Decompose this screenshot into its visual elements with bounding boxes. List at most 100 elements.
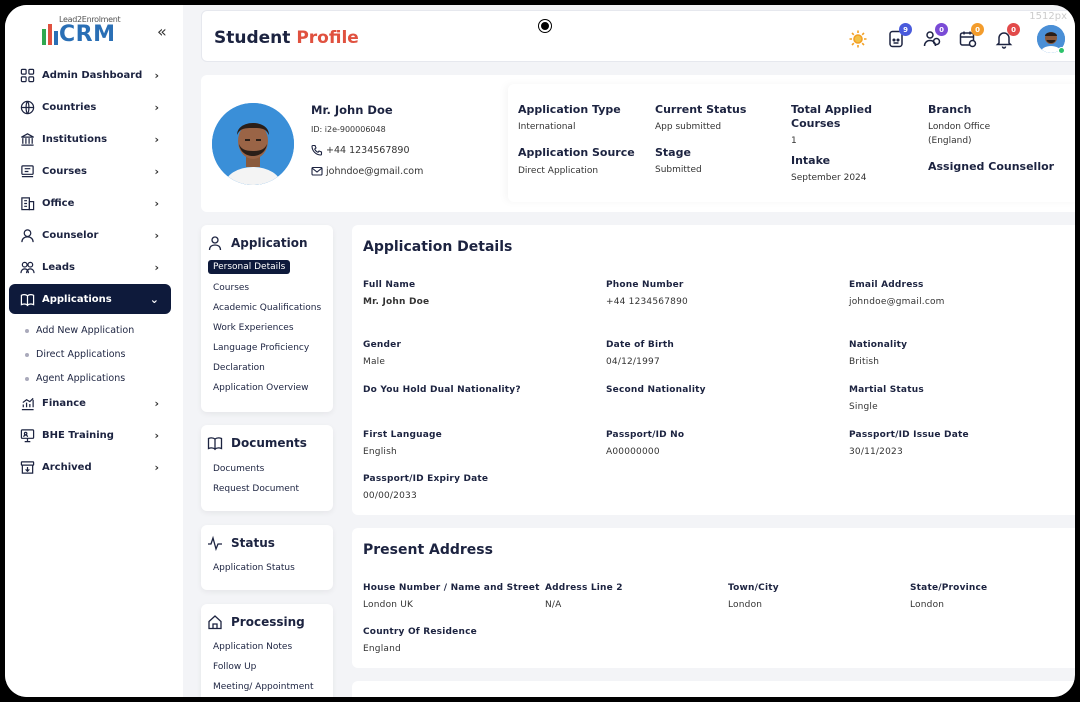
menu-item-work-experiences[interactable]: Work Experiences xyxy=(208,321,299,335)
application-type-label: Application Type xyxy=(518,103,621,116)
application-source-value: Direct Application xyxy=(518,166,599,176)
bank-icon xyxy=(19,131,35,147)
student-phone: +44 1234567890 xyxy=(311,144,410,156)
notification-count-badge: 9 xyxy=(899,23,912,36)
profile-avatar xyxy=(212,103,294,185)
notifications-button[interactable]: 0 xyxy=(994,23,1020,51)
processing-menu-card: Processing Application Notes Follow Up M… xyxy=(201,604,333,697)
status-menu-card: Status Application Status xyxy=(201,525,333,590)
menu-item-follow-up[interactable]: Follow Up xyxy=(208,660,261,674)
field-label: Country Of Residence xyxy=(363,627,477,637)
sun-icon xyxy=(849,30,867,48)
bullet-icon xyxy=(25,376,29,381)
field-value: 04/12/1997 xyxy=(606,357,660,367)
field-label: Phone Number xyxy=(606,280,684,290)
sidebar-item-countries[interactable]: Countries › xyxy=(9,92,171,122)
present-address-card: Present Address House Number / Name and … xyxy=(352,528,1075,668)
field-label: Nationality xyxy=(849,340,908,350)
page-title: Student Profile xyxy=(214,28,359,48)
field-label: Passport/ID Expiry Date xyxy=(363,474,489,484)
sidebar-item-label: BHE Training xyxy=(42,429,114,441)
users-button[interactable]: 0 xyxy=(922,23,948,51)
sub-item-label: Agent Applications xyxy=(36,373,126,384)
menu-heading-text: Processing xyxy=(231,615,305,629)
sidebar-item-finance[interactable]: Finance › xyxy=(9,388,171,418)
sidebar-item-bhe-training[interactable]: BHE Training › xyxy=(9,420,171,450)
page-title-accent: Profile xyxy=(296,28,359,48)
sidebar-item-label: Admin Dashboard xyxy=(42,69,143,81)
online-status-dot xyxy=(1058,47,1065,54)
sidebar-item-label: Courses xyxy=(42,165,87,177)
bullet-icon xyxy=(25,352,29,357)
collapse-sidebar-icon[interactable]: « xyxy=(157,22,167,41)
phone-value: +44 1234567890 xyxy=(326,144,410,156)
sidebar-item-counselor[interactable]: Counselor › xyxy=(9,220,171,250)
intake-value: September 2024 xyxy=(791,173,867,183)
intake-label: Intake xyxy=(791,154,831,167)
field-label: House Number / Name and Street xyxy=(363,583,540,593)
menu-item-declaration[interactable]: Declaration xyxy=(208,361,270,375)
sub-item-agent-applications[interactable]: Agent Applications xyxy=(25,373,125,384)
calculator-button[interactable]: 9 xyxy=(886,23,912,51)
field-label: Passport/ID No xyxy=(606,430,685,440)
menu-item-application-notes[interactable]: Application Notes xyxy=(208,640,297,654)
sidebar-item-institutions[interactable]: Institutions › xyxy=(9,124,171,154)
sidebar-item-leads[interactable]: Leads › xyxy=(9,252,171,282)
user-outline-icon xyxy=(208,236,222,251)
total-applied-label-2: Courses xyxy=(791,117,841,130)
branch-value: London Office xyxy=(928,122,991,132)
sub-item-direct-applications[interactable]: Direct Applications xyxy=(25,349,126,360)
theme-toggle-button[interactable] xyxy=(848,29,870,51)
sidebar-item-office[interactable]: Office › xyxy=(9,188,171,218)
next-section-card xyxy=(352,681,1075,697)
field-value: London xyxy=(910,600,945,610)
field-value: A00000000 xyxy=(606,447,660,457)
chevron-right-icon: › xyxy=(154,396,159,410)
menu-item-application-overview[interactable]: Application Overview xyxy=(208,381,314,395)
building-icon xyxy=(19,195,35,211)
current-status-value: App submitted xyxy=(655,122,722,132)
field-value: English xyxy=(363,447,397,457)
menu-item-personal-details[interactable]: Personal Details xyxy=(208,260,291,274)
sub-item-add-new-application[interactable]: Add New Application xyxy=(25,325,134,336)
menu-item-documents[interactable]: Documents xyxy=(208,462,269,476)
chevron-down-icon: ⌄ xyxy=(149,292,159,306)
menu-item-meeting-appointment[interactable]: Meeting/ Appointment xyxy=(208,680,319,694)
sub-item-label: Add New Application xyxy=(36,325,135,336)
sidebar-item-applications[interactable]: Applications ⌄ xyxy=(9,284,171,314)
field-value: +44 1234567890 xyxy=(606,297,688,307)
sidebar-item-label: Archived xyxy=(42,461,92,473)
sub-item-label: Direct Applications xyxy=(36,349,126,360)
app-window: Lead2Enrolment CRM « Admin Dashboard › C… xyxy=(5,5,1075,697)
menu-item-request-document[interactable]: Request Document xyxy=(208,482,304,496)
viewport-width-label: 1512px xyxy=(1029,11,1067,22)
person-icon xyxy=(19,227,35,243)
chevron-right-icon: › xyxy=(154,164,159,178)
total-applied-label: Total Applied xyxy=(791,103,873,116)
total-applied-value: 1 xyxy=(791,136,797,146)
chevron-right-icon: › xyxy=(154,260,159,274)
menu-item-application-status[interactable]: Application Status xyxy=(208,561,300,575)
sidebar-item-admin-dashboard[interactable]: Admin Dashboard › xyxy=(9,60,171,90)
application-info-panel: Application Type International Applicati… xyxy=(508,84,1075,202)
brand-logo[interactable]: Lead2Enrolment CRM xyxy=(41,15,141,55)
application-details-card: Application Details Full Name Mr. John D… xyxy=(352,225,1075,515)
documents-menu-heading: Documents xyxy=(207,435,307,451)
menu-item-academic-qualifications[interactable]: Academic Qualifications xyxy=(208,301,326,315)
sidebar-item-courses[interactable]: Courses › xyxy=(9,156,171,186)
student-email: johndoe@gmail.com xyxy=(311,165,423,177)
sidebar-item-label: Counselor xyxy=(42,229,99,241)
sidebar-item-archived[interactable]: Archived › xyxy=(9,452,171,482)
field-label: Martial Status xyxy=(849,385,924,395)
field-value: London xyxy=(728,600,763,610)
menu-item-courses[interactable]: Courses xyxy=(208,281,254,295)
globe-icon xyxy=(19,99,35,115)
sidebar-item-label: Leads xyxy=(42,261,76,273)
field-value: British xyxy=(849,357,880,367)
field-value: johndoe@gmail.com xyxy=(849,297,945,307)
status-menu-heading: Status xyxy=(207,535,275,551)
menu-item-language-proficiency[interactable]: Language Proficiency xyxy=(208,341,314,355)
group-icon xyxy=(19,259,35,275)
open-book-icon xyxy=(19,291,35,307)
calendar-button[interactable]: 0 xyxy=(958,23,984,51)
